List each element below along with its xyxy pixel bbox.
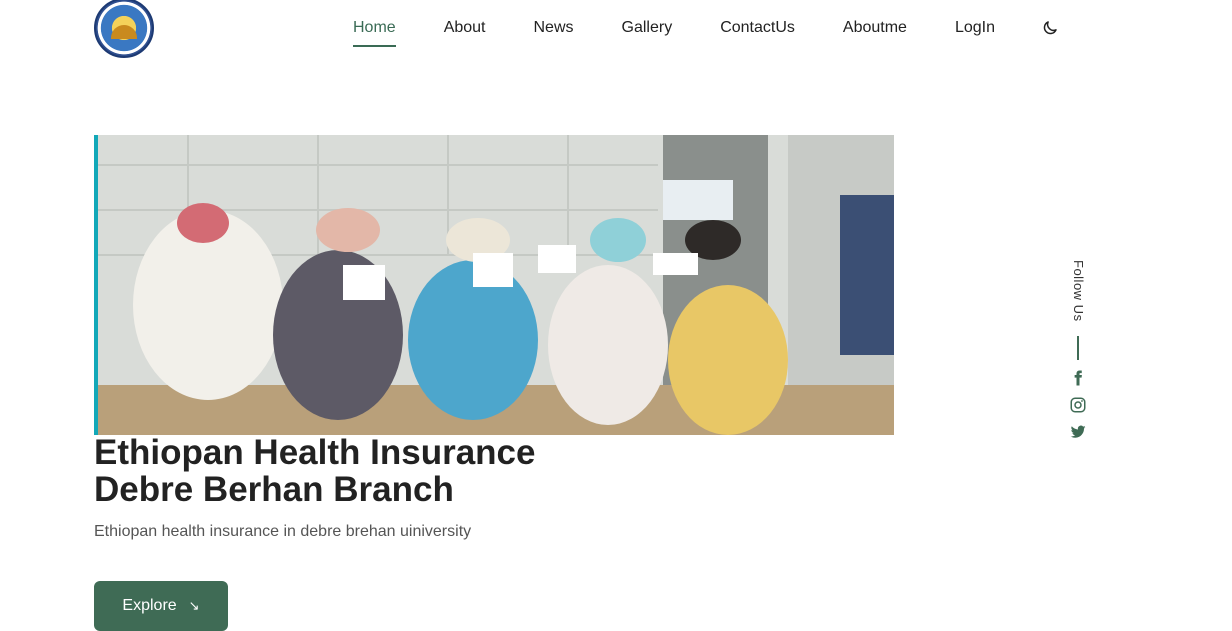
hero-image bbox=[94, 135, 894, 435]
nav-aboutme[interactable]: Aboutme bbox=[843, 18, 907, 38]
nav-news[interactable]: News bbox=[534, 18, 574, 38]
instagram-icon[interactable] bbox=[1069, 396, 1087, 414]
twitter-icon[interactable] bbox=[1069, 423, 1087, 441]
site-logo[interactable] bbox=[94, 0, 154, 58]
follow-us: Follow Us bbox=[1069, 260, 1087, 441]
moon-icon[interactable] bbox=[1041, 19, 1059, 37]
hero-title: Ethiopan Health Insurance Debre Berhan B… bbox=[94, 434, 694, 508]
hero-title-line1: Ethiopan Health Insurance bbox=[94, 433, 536, 472]
facebook-icon[interactable] bbox=[1069, 369, 1087, 387]
hero-subtitle: Ethiopan health insurance in debre breha… bbox=[94, 523, 472, 540]
nav-about[interactable]: About bbox=[444, 18, 486, 38]
explore-button-label: Explore bbox=[122, 597, 177, 614]
nav-contactus[interactable]: ContactUs bbox=[720, 18, 795, 38]
logo-emblem bbox=[111, 25, 137, 39]
nav-gallery[interactable]: Gallery bbox=[622, 18, 673, 38]
main-nav: Home About News Gallery ContactUs Aboutm… bbox=[353, 18, 1059, 47]
follow-us-label: Follow Us bbox=[1071, 260, 1086, 322]
nav-login[interactable]: LogIn bbox=[955, 18, 995, 38]
explore-button[interactable]: Explore ↘ bbox=[94, 581, 228, 631]
hero-title-line2: Debre Berhan Branch bbox=[94, 470, 454, 509]
nav-home[interactable]: Home bbox=[353, 18, 396, 47]
follow-divider bbox=[1077, 335, 1079, 360]
arrow-down-right-icon: ↘ bbox=[188, 598, 200, 613]
